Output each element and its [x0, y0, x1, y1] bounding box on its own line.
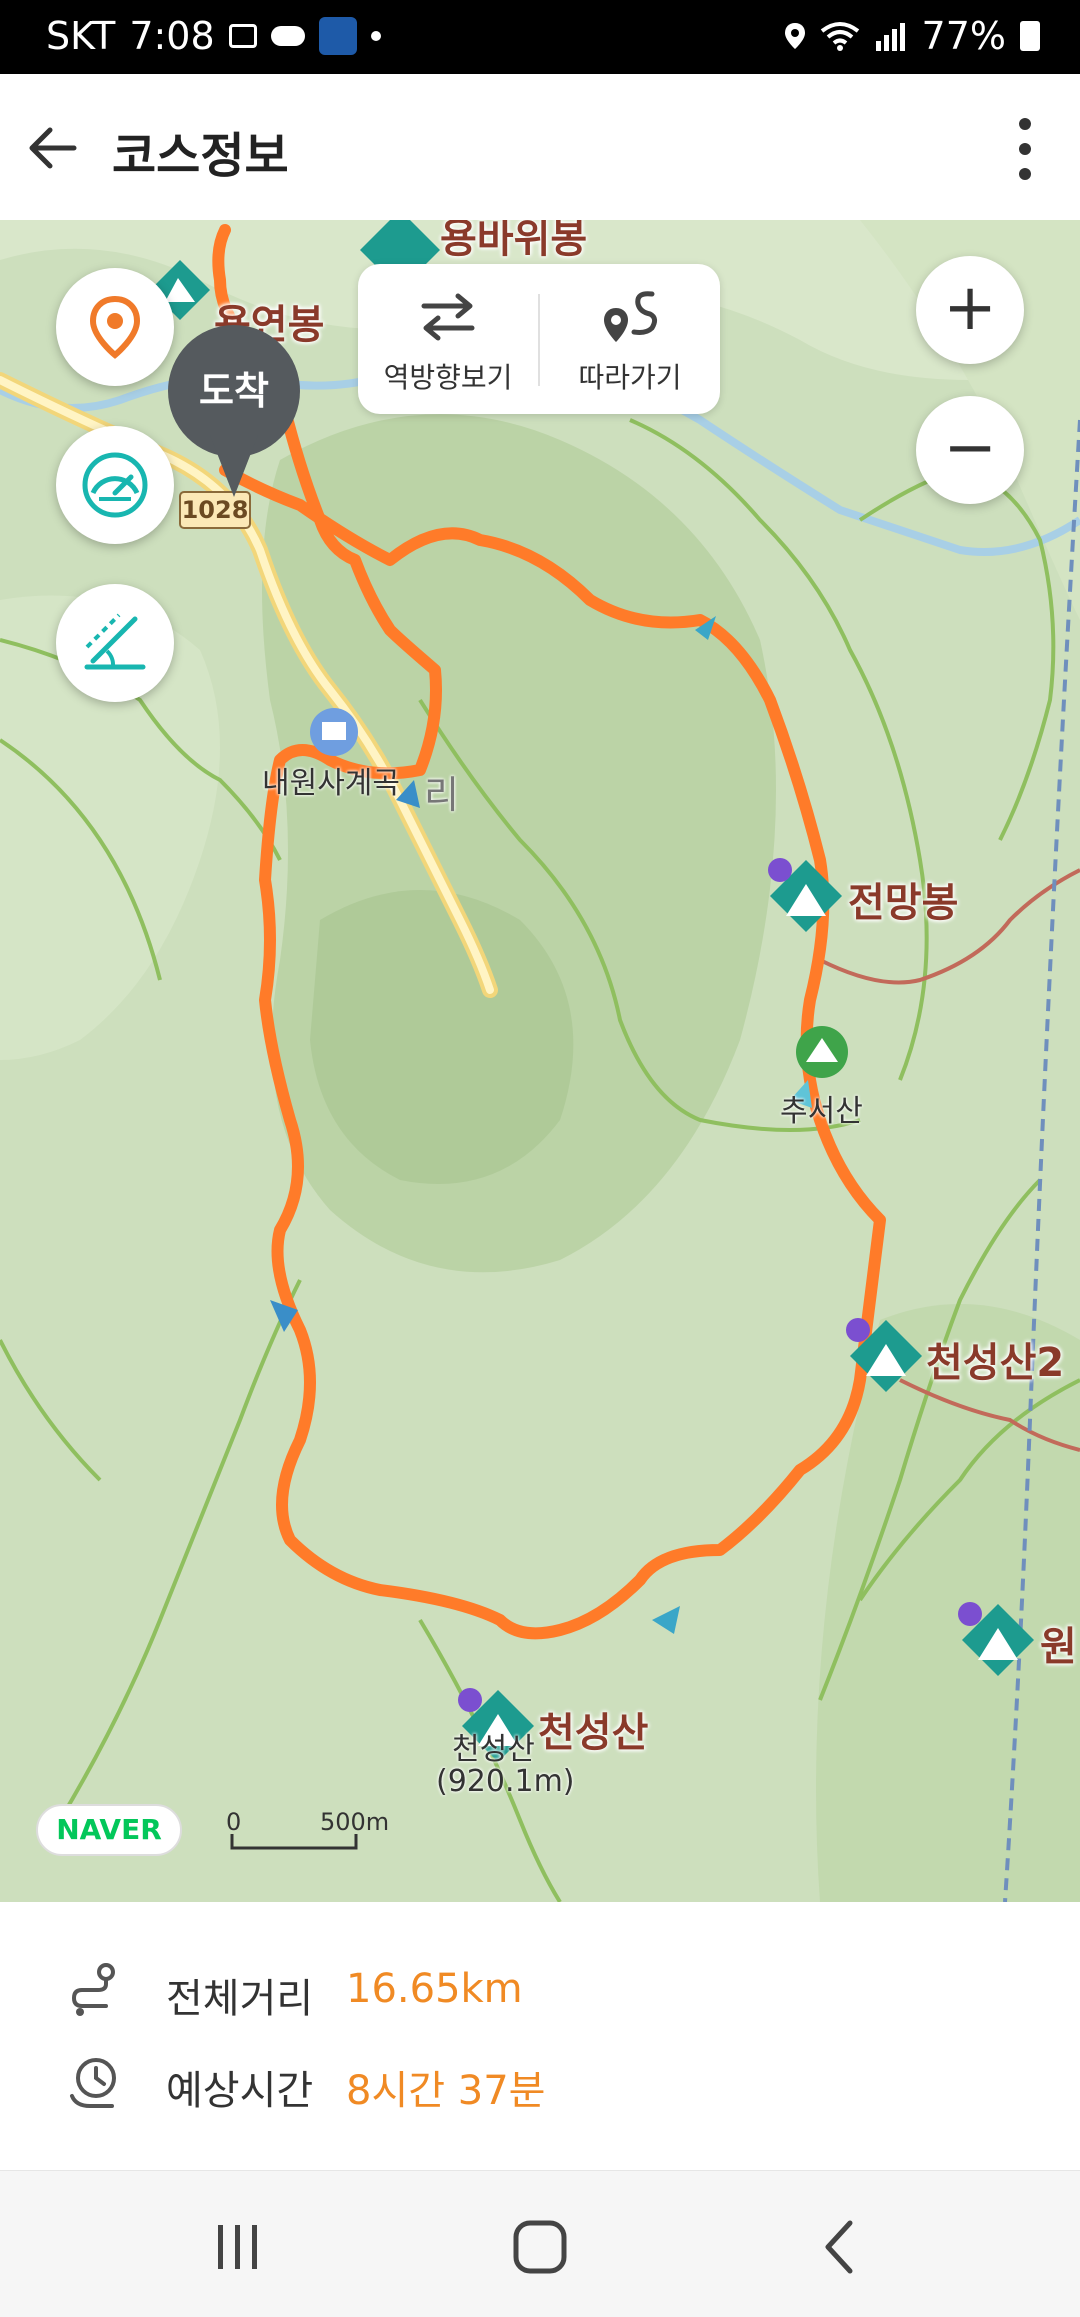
more-vertical-icon[interactable]	[1010, 114, 1040, 184]
location-status-icon	[784, 23, 805, 49]
arrival-marker[interactable]: 도착	[168, 325, 300, 505]
signal-icon	[875, 23, 905, 51]
home-icon[interactable]	[500, 2207, 580, 2287]
swap-arrows-icon	[421, 293, 475, 341]
route-distance-icon	[71, 1963, 115, 2016]
reverse-view-button[interactable]: 역방향보기	[358, 264, 538, 414]
peak-label-jeonmang: 전망봉	[848, 880, 959, 926]
system-navigation-bar	[0, 2170, 1080, 2317]
course-map[interactable]: 1028 용바위봉 용연봉 전망봉 천성산2 천성산 원 내원사계곡 리 추서산…	[0, 220, 1080, 1902]
scale-bar	[230, 1834, 358, 1850]
back-arrow-icon[interactable]	[22, 116, 86, 180]
place-label-naewonsa: 내원사계곡	[262, 766, 400, 801]
cloud-notification-icon	[270, 26, 305, 46]
more-notifications-icon	[370, 31, 381, 41]
plus-icon: +	[943, 271, 997, 345]
back-nav-icon[interactable]	[802, 2207, 882, 2287]
route-action-bar: 역방향보기 따라가기	[358, 264, 720, 414]
follow-route-button[interactable]: 따라가기	[540, 264, 720, 414]
slope-button[interactable]	[56, 584, 174, 702]
clock: 7:08	[129, 14, 215, 58]
follow-route-label: 따라가기	[578, 361, 682, 394]
app-header: 코스정보	[0, 74, 1080, 221]
peak-label-won: 원	[1040, 1624, 1077, 1670]
map-scale: 0 500m	[226, 1808, 389, 1858]
time-value: 8시간 37분	[346, 2068, 546, 2114]
wifi-icon	[820, 22, 859, 51]
battery-icon	[1020, 21, 1040, 51]
distance-label: 전체거리	[166, 1976, 314, 2022]
slope-icon	[84, 613, 146, 670]
peak-label-yongbawi: 용바위봉	[440, 220, 588, 262]
peak-label-cheonseong2: 천성산2	[926, 1340, 1065, 1386]
follow-route-icon	[604, 291, 658, 342]
battery-percent: 77%	[921, 14, 1006, 58]
course-info-panel: 전체거리 16.65km 예상시간 8시간 37분	[0, 1902, 1080, 2164]
time-label: 예상시간	[166, 2068, 314, 2114]
summit-name-label: 천성산	[452, 1732, 535, 1767]
time-row: 예상시간 8시간 37분	[0, 2048, 1080, 2118]
speed-button[interactable]	[56, 426, 174, 544]
carrier-label: SKT	[46, 14, 116, 58]
speedometer-icon	[82, 452, 148, 518]
clock-icon	[70, 2058, 116, 2108]
status-bar: SKT 7:08 77%	[0, 0, 1080, 74]
page-title: 코스정보	[112, 128, 289, 184]
my-location-button[interactable]	[56, 268, 174, 386]
minus-icon: −	[943, 411, 997, 485]
place-label-village: 리	[424, 773, 459, 817]
distance-value: 16.65km	[346, 1966, 523, 2012]
gallery-notification-icon	[228, 24, 257, 48]
arrival-pointer	[210, 435, 258, 497]
place-label-chuseo: 추서산	[780, 1094, 863, 1129]
zoom-out-button[interactable]: −	[916, 396, 1024, 504]
zoom-in-button[interactable]: +	[916, 256, 1024, 364]
reverse-view-label: 역방향보기	[383, 361, 513, 394]
recent-apps-icon[interactable]	[198, 2207, 278, 2287]
naver-logo: NAVER	[36, 1804, 182, 1856]
distance-row: 전체거리 16.65km	[0, 1956, 1080, 2026]
location-pin-icon	[89, 295, 141, 359]
peak-label-cheonseong: 천성산	[538, 1710, 649, 1756]
app-notification-icon	[318, 17, 357, 55]
summit-elevation-label: (920.1m)	[436, 1764, 575, 1799]
